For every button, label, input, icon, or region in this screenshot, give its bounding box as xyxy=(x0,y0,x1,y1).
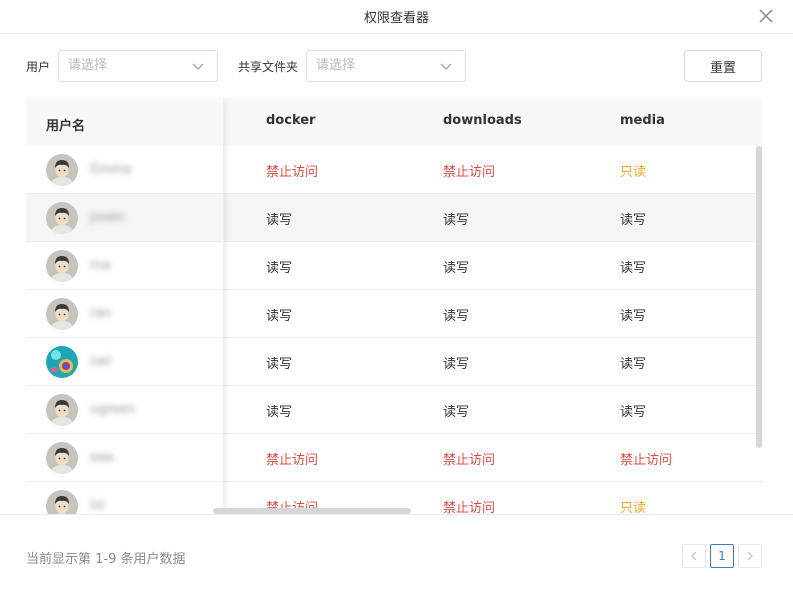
default-avatar xyxy=(46,250,78,282)
default-avatar xyxy=(46,394,78,426)
dialog-header: 权限查看器 xyxy=(0,0,793,34)
table-row[interactable]: zwl 读写 读写 读写 xyxy=(26,338,762,386)
chevron-left-icon xyxy=(691,551,697,561)
default-avatar xyxy=(46,298,78,330)
dialog-footer: 当前显示第 1-9 条用户数据 1 xyxy=(0,514,793,594)
username-cell: ran xyxy=(90,306,112,321)
table-row[interactable]: josen 读写 读写 读写 xyxy=(26,194,762,242)
permission-cell-media: 读写 xyxy=(620,309,647,324)
table-row[interactable]: Emma 禁止访问 禁止访问 只读 xyxy=(26,146,762,194)
permission-viewer-dialog: 权限查看器 用户 共享文件夹 重置 用户名 docker downloads m… xyxy=(0,0,793,594)
dialog-title: 权限查看器 xyxy=(363,11,429,26)
permission-cell-docker: 禁止访问 xyxy=(266,453,319,468)
permission-cell-media: 读写 xyxy=(620,213,647,228)
username-cell: ugreen xyxy=(90,402,136,417)
chevron-down-icon xyxy=(440,63,452,70)
folder-select-input[interactable] xyxy=(316,58,426,73)
custom-avatar xyxy=(46,346,78,378)
column-header-username: 用户名 xyxy=(46,119,86,134)
column-header-docker: docker xyxy=(266,113,316,128)
column-header-downloads: downloads xyxy=(443,113,522,128)
permission-cell-docker: 读写 xyxy=(266,213,293,228)
username-cell: zwl xyxy=(90,354,112,369)
permission-cell-media: 读写 xyxy=(620,261,647,276)
permission-table: 用户名 docker downloads media Emma 禁止访问 禁止访问只… xyxy=(26,98,762,514)
permission-cell-docker: 读写 xyxy=(266,405,293,420)
close-icon[interactable] xyxy=(756,6,776,26)
next-page-button[interactable] xyxy=(738,544,762,568)
username-cell: josen xyxy=(90,210,125,225)
permission-cell-media: 读写 xyxy=(620,405,647,420)
user-select[interactable] xyxy=(58,50,218,82)
username-cell: lol xyxy=(90,498,106,513)
prev-page-button[interactable] xyxy=(682,544,706,568)
table-header: 用户名 docker downloads media xyxy=(26,98,762,146)
user-filter-label: 用户 xyxy=(26,60,51,74)
username-cell: ma xyxy=(90,258,111,273)
table-row[interactable]: aaa 禁止访问 禁止访问 禁止访问 xyxy=(26,434,762,482)
vertical-scrollbar[interactable] xyxy=(756,146,762,448)
permission-cell-downloads: 读写 xyxy=(443,213,470,228)
permission-cell-downloads: 禁止访问 xyxy=(443,165,496,180)
permission-cell-docker: 读写 xyxy=(266,309,293,324)
permission-cell-media: 只读 xyxy=(620,165,647,180)
filter-bar: 用户 共享文件夹 重置 xyxy=(0,50,793,82)
user-select-input[interactable] xyxy=(68,58,178,73)
permission-cell-downloads: 禁止访问 xyxy=(443,453,496,468)
permission-cell-media: 禁止访问 xyxy=(620,453,673,468)
page-number-current[interactable]: 1 xyxy=(710,544,734,568)
permission-cell-downloads: 禁止访问 xyxy=(443,501,496,514)
default-avatar xyxy=(46,490,78,514)
default-avatar xyxy=(46,154,78,186)
permission-cell-docker: 禁止访问 xyxy=(266,165,319,180)
permission-cell-media: 读写 xyxy=(620,357,647,372)
permission-cell-downloads: 读写 xyxy=(443,405,470,420)
permission-cell-downloads: 读写 xyxy=(443,309,470,324)
permission-cell-docker: 读写 xyxy=(266,357,293,372)
default-avatar xyxy=(46,202,78,234)
permission-cell-downloads: 读写 xyxy=(443,357,470,372)
folder-filter-label: 共享文件夹 xyxy=(238,60,299,74)
table-row[interactable]: ma 读写 读写 读写 xyxy=(26,242,762,290)
chevron-down-icon xyxy=(192,63,204,70)
default-avatar xyxy=(46,442,78,474)
reset-button[interactable]: 重置 xyxy=(684,50,762,82)
username-cell: aaa xyxy=(90,450,114,465)
table-row[interactable]: ugreen 读写 读写 读写 xyxy=(26,386,762,434)
folder-select[interactable] xyxy=(306,50,466,82)
permission-cell-docker: 读写 xyxy=(266,261,293,276)
pagination-summary: 当前显示第 1-9 条用户数据 xyxy=(26,552,186,567)
permission-cell-downloads: 读写 xyxy=(443,261,470,276)
chevron-right-icon xyxy=(747,551,753,561)
column-header-media: media xyxy=(620,113,665,128)
table-row[interactable]: ran 读写 读写 读写 xyxy=(26,290,762,338)
username-cell: Emma xyxy=(90,162,132,177)
permission-cell-media: 只读 xyxy=(620,501,647,514)
